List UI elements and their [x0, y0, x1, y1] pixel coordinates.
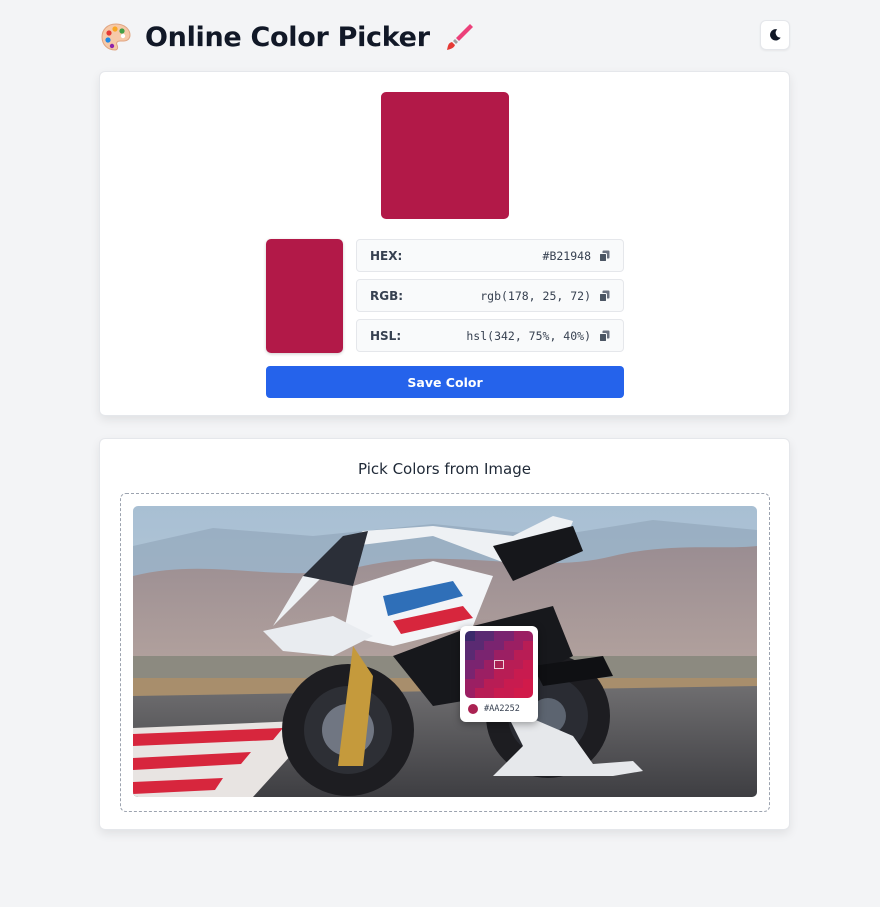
copy-icon[interactable]	[599, 330, 610, 342]
magnifier-pixel	[513, 659, 524, 670]
magnifier-pixel	[523, 688, 533, 698]
artist-palette-icon	[101, 23, 131, 51]
rgb-label: RGB:	[370, 288, 404, 303]
hex-value-row: HEX: #B21948	[356, 239, 624, 272]
hex-label: HEX:	[370, 248, 403, 263]
page-header: Online Color Picker	[99, 16, 790, 58]
magnifier-pixel	[465, 640, 475, 651]
magnifier-pixel	[484, 650, 495, 660]
hover-color-label: #AA2252	[484, 704, 520, 714]
magnifier-pixel	[494, 678, 504, 689]
moon-icon	[770, 29, 781, 41]
magnifier-pixel	[474, 678, 485, 689]
image-drop-zone[interactable]: #AA2252	[120, 493, 770, 812]
magnifier-pixel	[484, 659, 495, 670]
magnifier-pixel	[503, 650, 514, 660]
magnifier-pixel	[523, 669, 533, 679]
color-preview-large[interactable]	[381, 92, 509, 219]
magnifier-pixel	[523, 650, 533, 660]
magnifier-pixel	[503, 688, 514, 698]
color-magnifier: #AA2252	[460, 626, 538, 722]
magnifier-pixel	[474, 669, 485, 679]
magnifier-pixel	[513, 678, 524, 689]
magnifier-pixel	[494, 650, 504, 660]
magnifier-pixel	[484, 688, 495, 698]
hsl-value-row: HSL: hsl(342, 75%, 40%)	[356, 319, 624, 352]
theme-toggle-button[interactable]	[760, 20, 790, 50]
rgb-value-row: RGB: rgb(178, 25, 72)	[356, 279, 624, 312]
copy-icon[interactable]	[599, 290, 610, 302]
magnifier-pixel	[465, 669, 475, 679]
hover-color-dot	[468, 704, 478, 714]
hsl-value: hsl(342, 75%, 40%)	[466, 328, 591, 343]
magnifier-pixel	[465, 688, 475, 698]
magnifier-pixel	[474, 659, 485, 670]
magnifier-pixel	[474, 640, 485, 651]
uploaded-image[interactable]	[133, 506, 757, 797]
copy-icon[interactable]	[599, 250, 610, 262]
magnifier-pixel	[513, 650, 524, 660]
magnifier-pixel	[484, 669, 495, 679]
magnifier-pixel	[474, 650, 485, 660]
magnifier-pixel	[494, 669, 504, 679]
hsl-label: HSL:	[370, 328, 402, 343]
magnifier-pixel	[465, 659, 475, 670]
magnifier-pixel	[503, 631, 514, 641]
color-picker-card: HEX: #B21948 RGB: rgb(178, 25, 72) HSL: …	[99, 71, 790, 416]
magnifier-pixel	[494, 659, 504, 670]
magnifier-pixel	[513, 688, 524, 698]
image-picker-card: Pick Colors from Image #AA2252	[99, 438, 790, 830]
magnifier-pixel	[465, 631, 475, 641]
magnifier-pixel	[474, 631, 485, 641]
image-picker-title: Pick Colors from Image	[358, 460, 531, 478]
magnifier-pixel	[513, 669, 524, 679]
hex-value: #B21948	[542, 248, 591, 263]
color-preview-small[interactable]	[266, 239, 343, 353]
motorcycle-photo[interactable]	[133, 506, 757, 797]
magnifier-pixel	[523, 659, 533, 670]
rgb-value: rgb(178, 25, 72)	[480, 288, 591, 303]
magnifier-pixel	[494, 640, 504, 651]
save-color-button[interactable]: Save Color	[266, 366, 624, 398]
magnifier-pixel	[484, 640, 495, 651]
magnifier-pixel	[465, 678, 475, 689]
magnifier-pixel	[484, 678, 495, 689]
magnifier-pixel	[484, 631, 495, 641]
magnifier-pixel	[494, 688, 504, 698]
magnifier-pixel	[523, 678, 533, 689]
magnifier-pixel	[465, 650, 475, 660]
magnifier-pixel	[474, 688, 485, 698]
magnifier-pixel	[494, 631, 504, 641]
magnifier-pixel	[523, 640, 533, 651]
magnifier-pixel	[513, 631, 524, 641]
page-title: Online Color Picker	[99, 16, 476, 58]
magnifier-pixel	[503, 678, 514, 689]
magnifier-pixel	[523, 631, 533, 641]
magnifier-pixel	[503, 640, 514, 651]
magnifier-pixel-grid	[465, 631, 533, 698]
page-title-text: Online Color Picker	[145, 21, 430, 53]
paintbrush-icon	[446, 24, 473, 50]
magnifier-pixel	[503, 659, 514, 670]
magnifier-pixel	[503, 669, 514, 679]
magnifier-pixel	[513, 640, 524, 651]
